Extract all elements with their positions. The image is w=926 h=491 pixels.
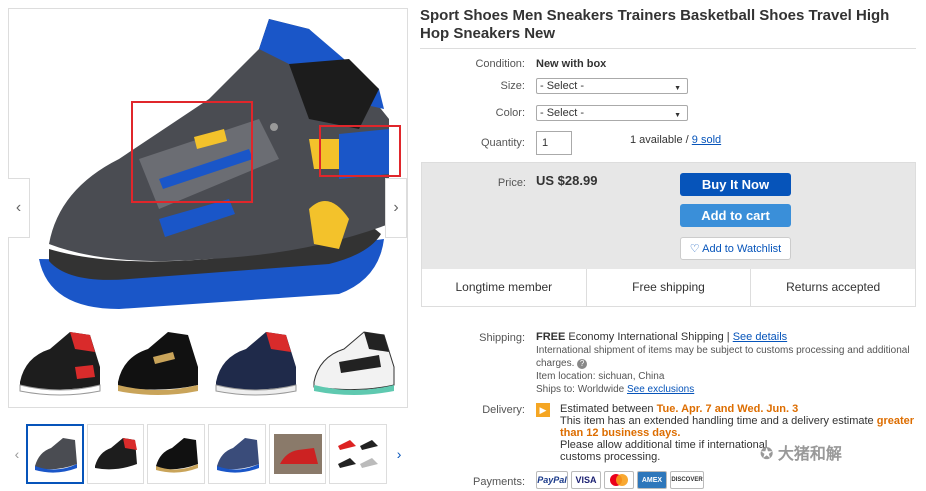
paypal-icon: PayPal	[536, 471, 568, 489]
delivery-dates: Tue. Apr. 7 and Wed. Jun. 3	[656, 403, 799, 415]
shipping-method: Economy International Shipping |	[568, 331, 730, 343]
see-exclusions-link[interactable]: See exclusions	[627, 384, 694, 395]
delivery-flag-icon: ▶	[536, 403, 550, 417]
shipping-details: FREE Economy International Shipping | Se…	[536, 331, 911, 396]
availability-text: 1 available / 9 sold	[630, 134, 721, 146]
watermark: ✪ 大猪和解	[760, 440, 842, 464]
mastercard-icon	[604, 471, 634, 489]
title-divider	[420, 48, 916, 49]
feature-free-shipping: Free shipping	[587, 269, 752, 306]
chevron-right-icon: ›	[393, 199, 399, 216]
item-location: Item location: sichuan, China	[536, 371, 665, 382]
buy-it-now-button[interactable]: Buy It Now	[680, 173, 791, 196]
price-value: US $28.99	[536, 173, 598, 188]
watchlist-label: Add to Watchlist	[702, 243, 782, 255]
add-to-watchlist-button[interactable]: ♡ Add to Watchlist	[680, 237, 791, 260]
delivery-label: Delivery:	[482, 404, 525, 416]
size-select-value: - Select -	[540, 80, 585, 92]
variant-navy-red[interactable]	[208, 322, 306, 402]
color-label: Color:	[495, 107, 525, 119]
variant-images	[12, 322, 404, 402]
thumbnail-strip: ‹ ›	[8, 422, 408, 486]
allow-time-text: Please allow additional time if internat…	[560, 439, 768, 451]
amex-icon: AMEX	[637, 471, 667, 489]
chevron-right-icon: ›	[396, 446, 402, 462]
customs-note-text: International shipment of items may be s…	[536, 345, 910, 369]
highlight-box-logo	[319, 125, 401, 177]
chevron-left-icon: ‹	[14, 446, 20, 462]
feature-badges: Longtime member Free shipping Returns ac…	[422, 269, 915, 306]
size-select[interactable]: - Select - ▼	[536, 78, 688, 94]
variant-white-black[interactable]	[306, 322, 404, 402]
heart-icon: ♡	[689, 243, 700, 255]
thumbs-next-button[interactable]: ›	[390, 446, 408, 462]
shipping-label: Shipping:	[479, 332, 525, 344]
feature-returns-accepted: Returns accepted	[786, 280, 881, 294]
dropdown-arrow-icon: ▼	[674, 85, 681, 92]
variant-red-black[interactable]	[12, 322, 110, 402]
customs-note: International shipment of items may be s…	[536, 344, 911, 370]
condition-label: Condition:	[475, 58, 525, 70]
feature-longtime-member: Longtime member	[422, 269, 587, 306]
chevron-left-icon: ‹	[15, 199, 22, 216]
listing-page: { "title": "Sport Shoes Men Sneakers Tra…	[0, 0, 926, 491]
buy-box: Price: US $28.99 Buy It Now Add to cart …	[421, 162, 916, 307]
extended-handling-text: This item has an extended handling time …	[560, 415, 874, 427]
thumbnail-5[interactable]	[268, 424, 327, 484]
customs-processing-text: customs processing.	[560, 451, 661, 463]
dropdown-arrow-icon: ▼	[674, 112, 681, 119]
estimated-text: Estimated between	[560, 403, 654, 415]
add-to-cart-button[interactable]: Add to cart	[680, 204, 791, 227]
available-count: 1 available /	[630, 134, 689, 146]
ships-to-text: Ships to: Worldwide	[536, 384, 625, 395]
quantity-input[interactable]: 1	[536, 131, 572, 155]
visa-icon: VISA	[571, 471, 601, 489]
previous-image-button[interactable]: ‹	[8, 178, 30, 238]
thumbnail-4[interactable]	[208, 424, 266, 484]
thumbnail-1[interactable]	[25, 424, 84, 484]
thumbs-prev-button[interactable]: ‹	[8, 446, 26, 462]
price-label: Price:	[497, 177, 526, 189]
payments-label: Payments:	[473, 476, 525, 488]
wechat-icon: ✪	[760, 446, 774, 463]
size-label: Size:	[500, 80, 525, 92]
quantity-label: Quantity:	[480, 137, 525, 149]
see-details-link[interactable]: See details	[733, 331, 787, 343]
thumbnail-2[interactable]	[86, 424, 145, 484]
discover-icon: DISCOVER	[670, 471, 704, 489]
sold-count-link[interactable]: 9 sold	[692, 134, 721, 146]
item-title: Sport Shoes Men Sneakers Trainers Basket…	[420, 7, 890, 42]
shipping-free: FREE	[536, 331, 566, 343]
watermark-text: 大猪和解	[777, 446, 842, 463]
thumbnail-6[interactable]	[329, 424, 388, 484]
buy-box-top: Price: US $28.99 Buy It Now Add to cart …	[422, 163, 915, 269]
thumbnail-3[interactable]	[147, 424, 206, 484]
color-select[interactable]: - Select - ▼	[536, 105, 688, 121]
next-image-button[interactable]: ›	[385, 178, 407, 238]
highlight-box-strap	[131, 101, 253, 203]
help-icon[interactable]: ?	[577, 359, 588, 369]
condition-value: New with box	[536, 58, 607, 70]
ships-to: Ships to: Worldwide See exclusions	[536, 383, 911, 396]
delivery-details: Estimated between Tue. Apr. 7 and Wed. J…	[560, 403, 916, 463]
color-select-value: - Select -	[540, 107, 585, 119]
variant-black-gold[interactable]	[110, 322, 208, 402]
